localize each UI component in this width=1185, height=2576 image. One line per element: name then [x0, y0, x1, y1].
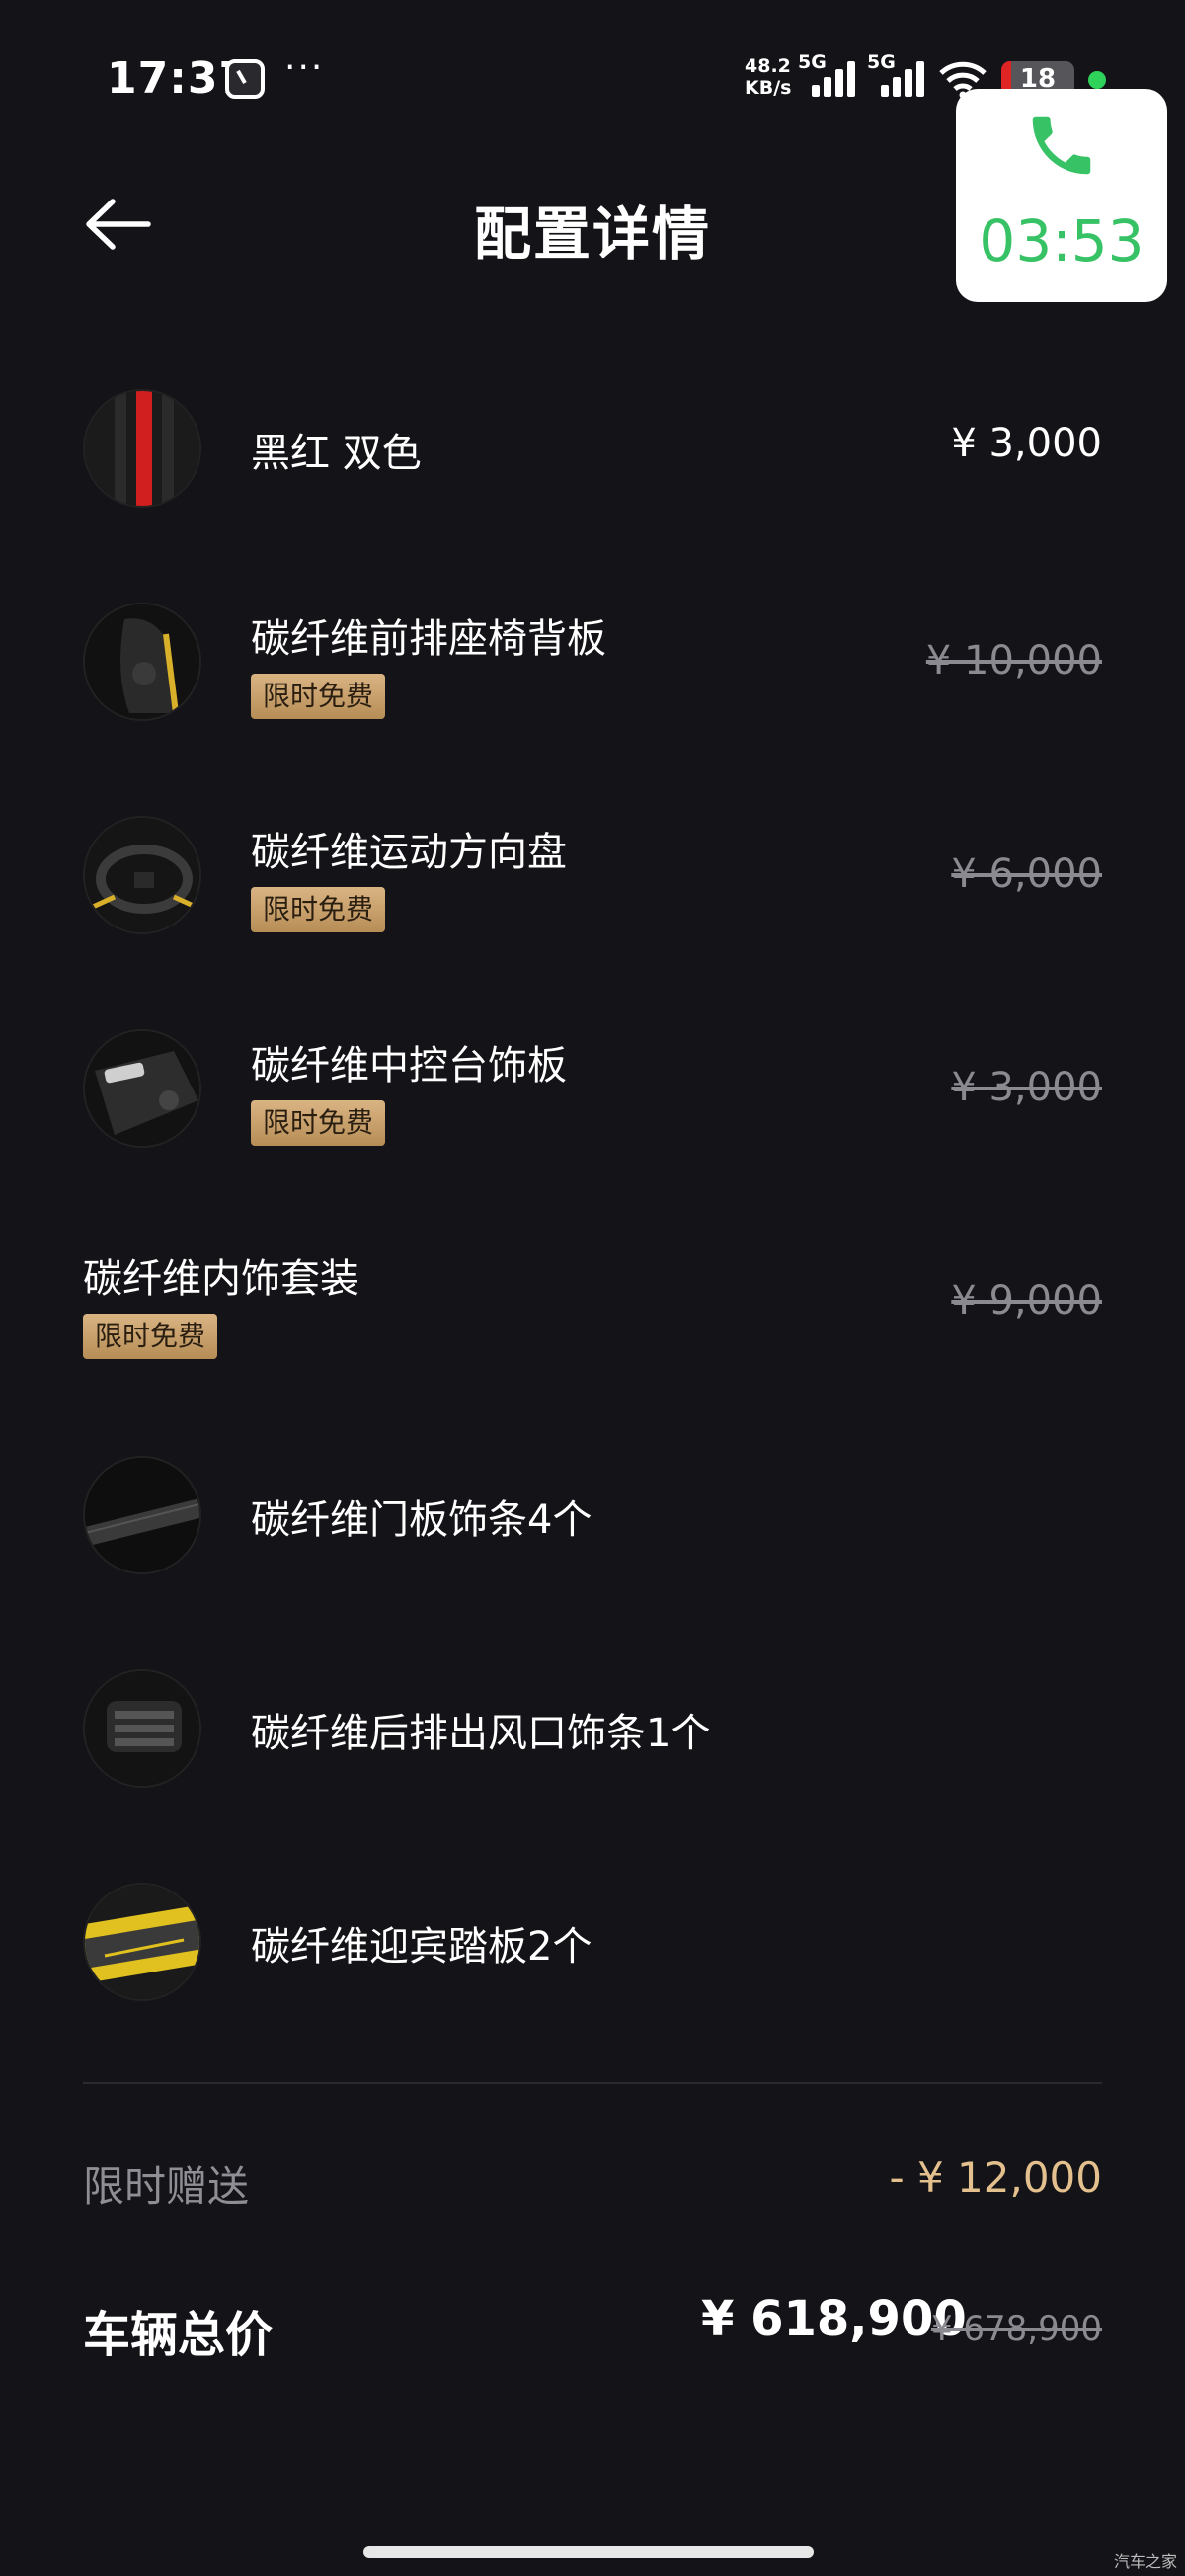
network-speed: 48.2 KB/s [745, 55, 791, 99]
item-name: 碳纤维迎宾踏板2个 [251, 1924, 592, 1970]
clock-app-icon [225, 59, 265, 99]
free-badge: 限时免费 [83, 1314, 218, 1359]
total-original-price: ¥ 678,900 [930, 2309, 1102, 2349]
config-item-steering-wheel: 碳纤维运动方向盘 限时免费 ¥ 6,000 [83, 796, 1102, 954]
item-name: 碳纤维中控台饰板 [251, 1043, 567, 1088]
config-item-seat-back: 碳纤维前排座椅背板 限时免费 ¥ 10,000 [83, 583, 1102, 741]
config-item-rear-vent-trim: 碳纤维后排出风口饰条1个 [83, 1650, 1102, 1808]
config-item-interior-package: 碳纤维内饰套装 限时免费 ¥ 9,000 [83, 1223, 1102, 1381]
console-trim-thumbnail [83, 1029, 201, 1148]
config-item-sill-plate: 碳纤维迎宾踏板2个 [83, 1863, 1102, 2021]
network-speed-value: 48.2 [745, 55, 791, 77]
item-name: 碳纤维前排座椅背板 [251, 616, 606, 662]
item-original-price: ¥ 6,000 [951, 851, 1102, 897]
sill-plate-thumbnail [83, 1883, 201, 2001]
free-badge: 限时免费 [251, 674, 386, 719]
free-badge: 限时免费 [251, 887, 386, 932]
signal-icon-1 [812, 61, 859, 97]
gift-discount-value: - ¥ 12,000 [889, 2153, 1102, 2202]
section-divider [83, 2082, 1102, 2084]
privacy-indicator-dot [1088, 71, 1106, 89]
config-item-door-trim: 碳纤维门板饰条4个 [83, 1436, 1102, 1594]
config-item-console-trim: 碳纤维中控台饰板 限时免费 ¥ 3,000 [83, 1009, 1102, 1167]
phone-icon [1032, 116, 1091, 175]
config-item-color: 黑红 双色 ¥ 3,000 [83, 369, 1102, 527]
item-name: 碳纤维门板饰条4个 [251, 1497, 592, 1543]
total-price-label: 车辆总价 [83, 2307, 274, 2363]
item-name: 碳纤维后排出风口饰条1个 [251, 1711, 711, 1756]
item-name: 黑红 双色 [251, 431, 422, 476]
item-original-price: ¥ 3,000 [951, 1065, 1102, 1110]
free-badge: 限时免费 [251, 1100, 386, 1146]
item-name: 碳纤维内饰套装 [83, 1256, 359, 1302]
item-price: ¥ 3,000 [951, 421, 1102, 466]
signal-icon-2 [881, 61, 928, 97]
config-details-page: 17:37 ··· 48.2 KB/s 5G 5G 18 03:53 配置详情 [0, 0, 1185, 2576]
page-title: 配置详情 [473, 201, 711, 268]
network-speed-unit: KB/s [745, 77, 792, 99]
total-price-value: ¥ 618,900 [701, 2292, 967, 2347]
item-original-price: ¥ 10,000 [925, 638, 1102, 684]
gift-label: 限时赠送 [83, 2162, 250, 2211]
seat-back-thumbnail [83, 603, 201, 721]
home-indicator[interactable] [363, 2546, 814, 2558]
steering-wheel-thumbnail [83, 816, 201, 934]
more-notifications-icon: ··· [284, 47, 325, 88]
watermark: 汽车之家 [1113, 2552, 1177, 2571]
item-name: 碳纤维运动方向盘 [251, 830, 567, 875]
item-original-price: ¥ 9,000 [951, 1278, 1102, 1324]
color-swatch-thumbnail [83, 389, 201, 508]
rear-vent-thumbnail [83, 1669, 201, 1788]
door-trim-thumbnail [83, 1456, 201, 1574]
